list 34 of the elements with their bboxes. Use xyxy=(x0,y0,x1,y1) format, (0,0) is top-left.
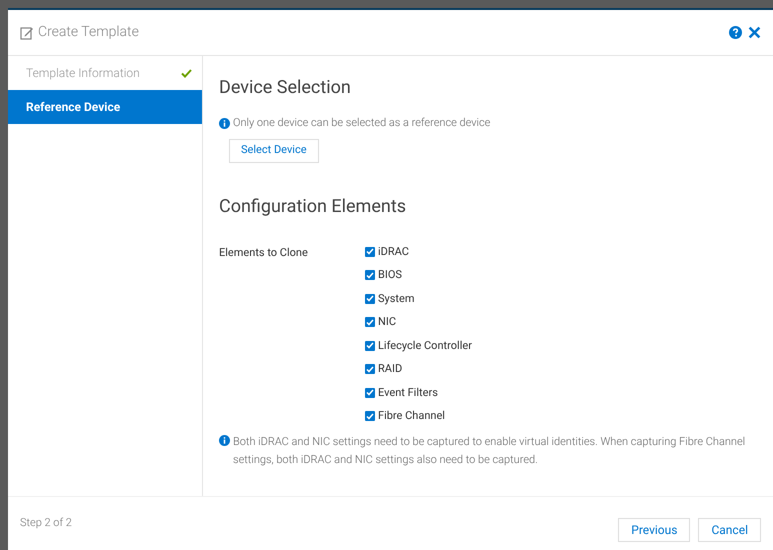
checkbox-label: BIOS xyxy=(378,267,402,283)
info-icon xyxy=(219,118,230,129)
checkbox-label: Lifecycle Controller xyxy=(378,338,472,354)
checkbox-label: System xyxy=(378,290,414,306)
checkbox-label: iDRAC xyxy=(378,244,409,260)
section-heading: Configuration Elements xyxy=(219,194,408,218)
dialog-title: Create Template xyxy=(38,23,139,42)
checkbox-label: RAID xyxy=(378,361,402,377)
close-icon[interactable] xyxy=(748,26,761,39)
checkbox[interactable] xyxy=(365,364,375,374)
checkbox[interactable] xyxy=(365,294,375,304)
checkbox-label: NIC xyxy=(378,314,396,330)
info-text: Only one device can be selected as a reference device xyxy=(233,115,490,131)
check-icon xyxy=(181,68,192,78)
checkbox[interactable] xyxy=(365,246,375,257)
step-counter: Step 2 of 2 xyxy=(20,515,72,532)
step-item[interactable]: Reference Device xyxy=(8,90,202,124)
checkbox[interactable] xyxy=(365,270,375,280)
info-icon xyxy=(219,434,230,446)
step-item[interactable]: Template Information xyxy=(8,56,202,90)
footer-button[interactable]: Cancel xyxy=(698,518,761,542)
footer-button[interactable]: Previous xyxy=(618,518,690,542)
checkbox-label: Event Filters xyxy=(378,384,438,400)
help-icon[interactable] xyxy=(729,26,742,39)
field-label: Elements to Clone xyxy=(219,244,309,260)
checkbox[interactable] xyxy=(365,340,375,351)
checkbox[interactable] xyxy=(365,411,375,422)
checkbox[interactable] xyxy=(365,317,375,328)
checkbox-label: Fibre Channel xyxy=(378,408,445,424)
select-device-button[interactable]: Select Device xyxy=(229,138,319,162)
edit-icon xyxy=(20,26,34,40)
section-heading: Device Selection xyxy=(219,76,352,100)
checkbox[interactable] xyxy=(365,388,375,398)
note-text: Both iDRAC and NIC settings need to be captured to enable virtual identities. When capturing Fibre Channel settings, both iDRAC and NIC settings also need to be captured. xyxy=(233,434,746,468)
